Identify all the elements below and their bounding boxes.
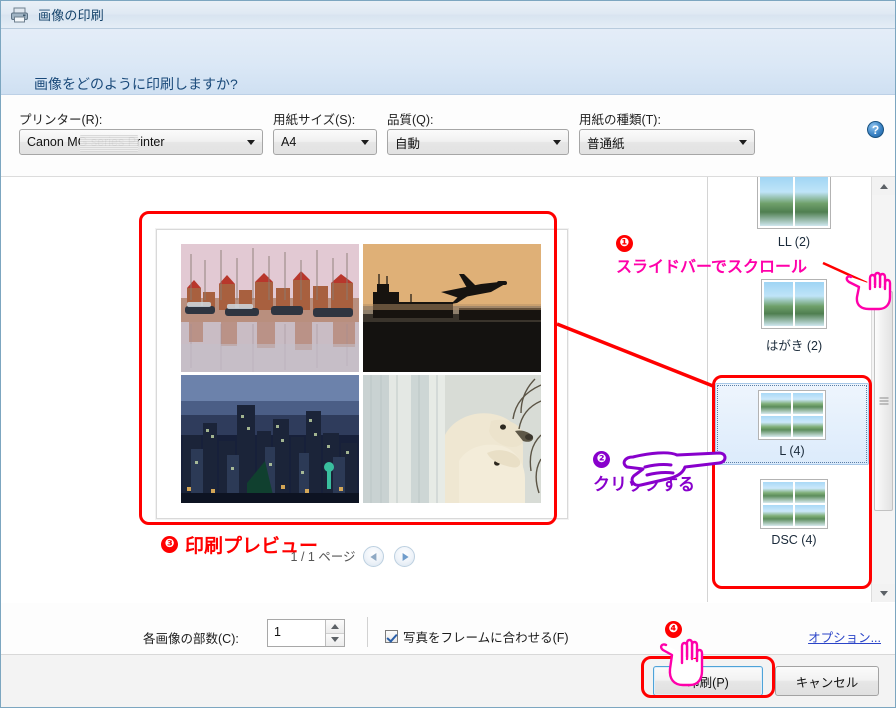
hand-pointer-icon-down [659,638,704,687]
annotation-connectors [556,261,868,388]
hand-pointer-icon-purple [622,451,727,487]
print-pictures-dialog: 画像の印刷 画像をどのように印刷しますか? プリンター(R): Canon MG… [0,0,896,708]
hand-pointer-icon-magenta [845,271,892,311]
